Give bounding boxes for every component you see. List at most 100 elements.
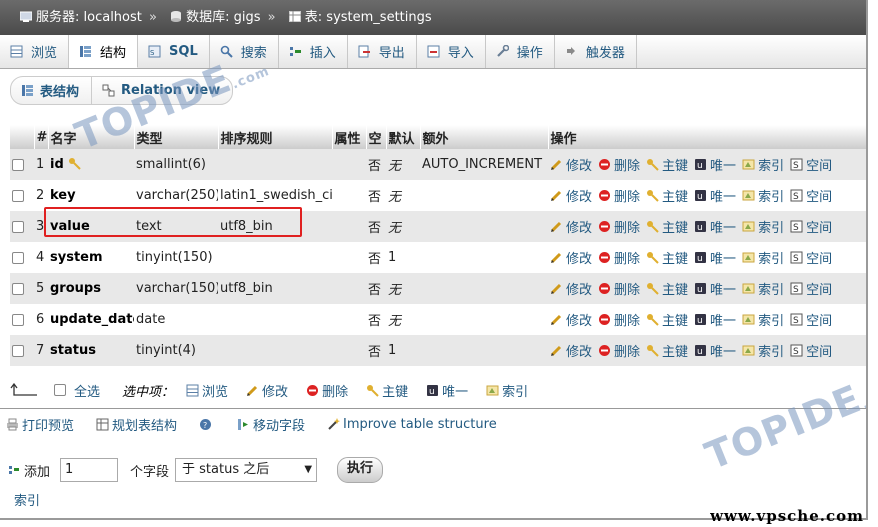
row-spatial-button[interactable]: S 空间 bbox=[790, 155, 832, 174]
tab-browse[interactable]: 浏览 bbox=[0, 35, 70, 68]
bulk-delete-button[interactable]: 删除 bbox=[306, 381, 348, 400]
subtab-table-structure[interactable]: 表结构 bbox=[11, 77, 91, 104]
row-unique-button[interactable]: u 唯一 bbox=[694, 310, 736, 329]
row-primary-button[interactable]: 主键 bbox=[646, 310, 688, 329]
row-edit-button[interactable]: 修改 bbox=[550, 186, 592, 205]
row-spatial-button[interactable]: S 空间 bbox=[790, 310, 832, 329]
row-spatial-button[interactable]: S 空间 bbox=[790, 217, 832, 236]
cell-collation bbox=[218, 335, 332, 366]
row-spatial-button[interactable]: S 空间 bbox=[790, 341, 832, 360]
bulk-browse-button[interactable]: 浏览 bbox=[186, 381, 228, 400]
row-unique-button[interactable]: u 唯一 bbox=[694, 155, 736, 174]
header-default[interactable]: 默认 bbox=[386, 125, 421, 149]
field-count-input[interactable]: 1 bbox=[60, 458, 119, 482]
header-extra[interactable]: 额外 bbox=[420, 125, 549, 149]
row-edit-button[interactable]: 修改 bbox=[550, 248, 592, 267]
cell-actions: 修改 删除 主键 u 唯一 索引 S 空间 bbox=[548, 242, 866, 273]
row-primary-button[interactable]: 主键 bbox=[646, 217, 688, 236]
row-delete-button[interactable]: 删除 bbox=[598, 279, 640, 298]
go-button[interactable]: 执行 bbox=[337, 457, 384, 483]
primary-key-icon bbox=[68, 158, 81, 170]
check-all-checkbox[interactable] bbox=[54, 384, 66, 396]
delete-icon bbox=[599, 220, 611, 232]
row-checkbox[interactable] bbox=[12, 220, 24, 233]
header-type[interactable]: 类型 bbox=[134, 125, 219, 149]
row-unique-button[interactable]: u 唯一 bbox=[694, 279, 736, 298]
indexes-link[interactable]: 索引 bbox=[14, 490, 40, 509]
row-delete-button[interactable]: 删除 bbox=[598, 217, 640, 236]
improve-structure-link[interactable]: Improve table structure bbox=[327, 417, 497, 432]
breadcrumb-server[interactable]: 服务器: localhost bbox=[36, 10, 142, 25]
row-checkbox-cell bbox=[10, 180, 34, 211]
row-unique-button[interactable]: u 唯一 bbox=[694, 217, 736, 236]
help-icon-button[interactable]: ? bbox=[199, 418, 215, 431]
row-index-button[interactable]: 索引 bbox=[742, 155, 784, 174]
header-null[interactable]: 空 bbox=[366, 125, 387, 149]
wrench-icon bbox=[497, 45, 509, 57]
row-checkbox[interactable] bbox=[12, 344, 24, 357]
row-primary-button[interactable]: 主键 bbox=[646, 279, 688, 298]
row-checkbox[interactable] bbox=[12, 158, 24, 171]
header-collation[interactable]: 排序规则 bbox=[218, 125, 333, 149]
row-primary-button[interactable]: 主键 bbox=[646, 248, 688, 267]
cell-num: 1 bbox=[34, 149, 48, 180]
row-unique-button[interactable]: u 唯一 bbox=[694, 341, 736, 360]
row-primary-button[interactable]: 主键 bbox=[646, 341, 688, 360]
row-index-button[interactable]: 索引 bbox=[742, 279, 784, 298]
index-icon bbox=[742, 252, 755, 262]
row-unique-button[interactable]: u 唯一 bbox=[694, 248, 736, 267]
row-edit-button[interactable]: 修改 bbox=[550, 217, 592, 236]
header-name[interactable]: 名字 bbox=[48, 125, 135, 149]
cell-default: 无 bbox=[386, 180, 420, 211]
row-delete-button[interactable]: 删除 bbox=[598, 310, 640, 329]
bulk-unique-button[interactable]: u 唯一 bbox=[426, 381, 468, 400]
bulk-edit-button[interactable]: 修改 bbox=[246, 381, 288, 400]
row-index-button[interactable]: 索引 bbox=[742, 248, 784, 267]
move-columns-link[interactable]: 移动字段 bbox=[237, 415, 305, 434]
row-index-button[interactable]: 索引 bbox=[742, 217, 784, 236]
row-spatial-button[interactable]: S 空间 bbox=[790, 186, 832, 205]
row-delete-button[interactable]: 删除 bbox=[598, 248, 640, 267]
row-spatial-button[interactable]: S 空间 bbox=[790, 279, 832, 298]
tab-operations[interactable]: 操作 bbox=[486, 35, 555, 68]
row-edit-button[interactable]: 修改 bbox=[550, 341, 592, 360]
row-delete-button[interactable]: 删除 bbox=[598, 186, 640, 205]
row-spatial-button[interactable]: S 空间 bbox=[790, 248, 832, 267]
tab-triggers[interactable]: 触发器 bbox=[555, 35, 637, 68]
row-delete-button[interactable]: 删除 bbox=[598, 155, 640, 174]
row-edit-button[interactable]: 修改 bbox=[550, 310, 592, 329]
tab-export[interactable]: 导出 bbox=[348, 35, 417, 68]
row-checkbox[interactable] bbox=[12, 251, 24, 264]
check-all-label[interactable]: 全选 bbox=[74, 381, 100, 400]
tab-sql[interactable]: S SQL bbox=[138, 35, 210, 68]
row-unique-button[interactable]: u 唯一 bbox=[694, 186, 736, 205]
row-delete-button[interactable]: 删除 bbox=[598, 341, 640, 360]
row-edit-button[interactable]: 修改 bbox=[550, 155, 592, 174]
breadcrumb-database[interactable]: 数据库: gigs bbox=[186, 10, 260, 25]
propose-structure-link[interactable]: 规划表结构 bbox=[96, 415, 177, 434]
divider bbox=[0, 408, 866, 409]
tab-insert[interactable]: 插入 bbox=[279, 35, 348, 68]
bulk-index-button[interactable]: 索引 bbox=[486, 381, 528, 400]
tab-import[interactable]: 导入 bbox=[417, 35, 486, 68]
row-primary-button[interactable]: 主键 bbox=[646, 186, 688, 205]
header-attributes[interactable]: 属性 bbox=[332, 125, 367, 149]
field-position-select[interactable]: 于 status 之后 ▼ bbox=[175, 458, 318, 482]
breadcrumb-separator: » bbox=[267, 10, 276, 25]
print-view-link[interactable]: 打印预览 bbox=[6, 415, 74, 434]
subtab-relation-view[interactable]: Relation view bbox=[91, 77, 232, 104]
row-primary-button[interactable]: 主键 bbox=[646, 155, 688, 174]
svg-text:S: S bbox=[793, 192, 799, 202]
bulk-primary-button[interactable]: 主键 bbox=[366, 381, 408, 400]
row-index-button[interactable]: 索引 bbox=[742, 310, 784, 329]
breadcrumb-table[interactable]: 表: system_settings bbox=[305, 10, 432, 25]
tab-structure[interactable]: 结构 bbox=[69, 35, 139, 68]
printer-icon bbox=[7, 418, 18, 430]
row-edit-button[interactable]: 修改 bbox=[550, 279, 592, 298]
row-checkbox[interactable] bbox=[12, 282, 24, 295]
tab-search[interactable]: 搜索 bbox=[210, 35, 279, 68]
row-index-button[interactable]: 索引 bbox=[742, 341, 784, 360]
row-checkbox[interactable] bbox=[12, 313, 24, 326]
row-checkbox[interactable] bbox=[12, 189, 24, 202]
row-index-button[interactable]: 索引 bbox=[742, 186, 784, 205]
